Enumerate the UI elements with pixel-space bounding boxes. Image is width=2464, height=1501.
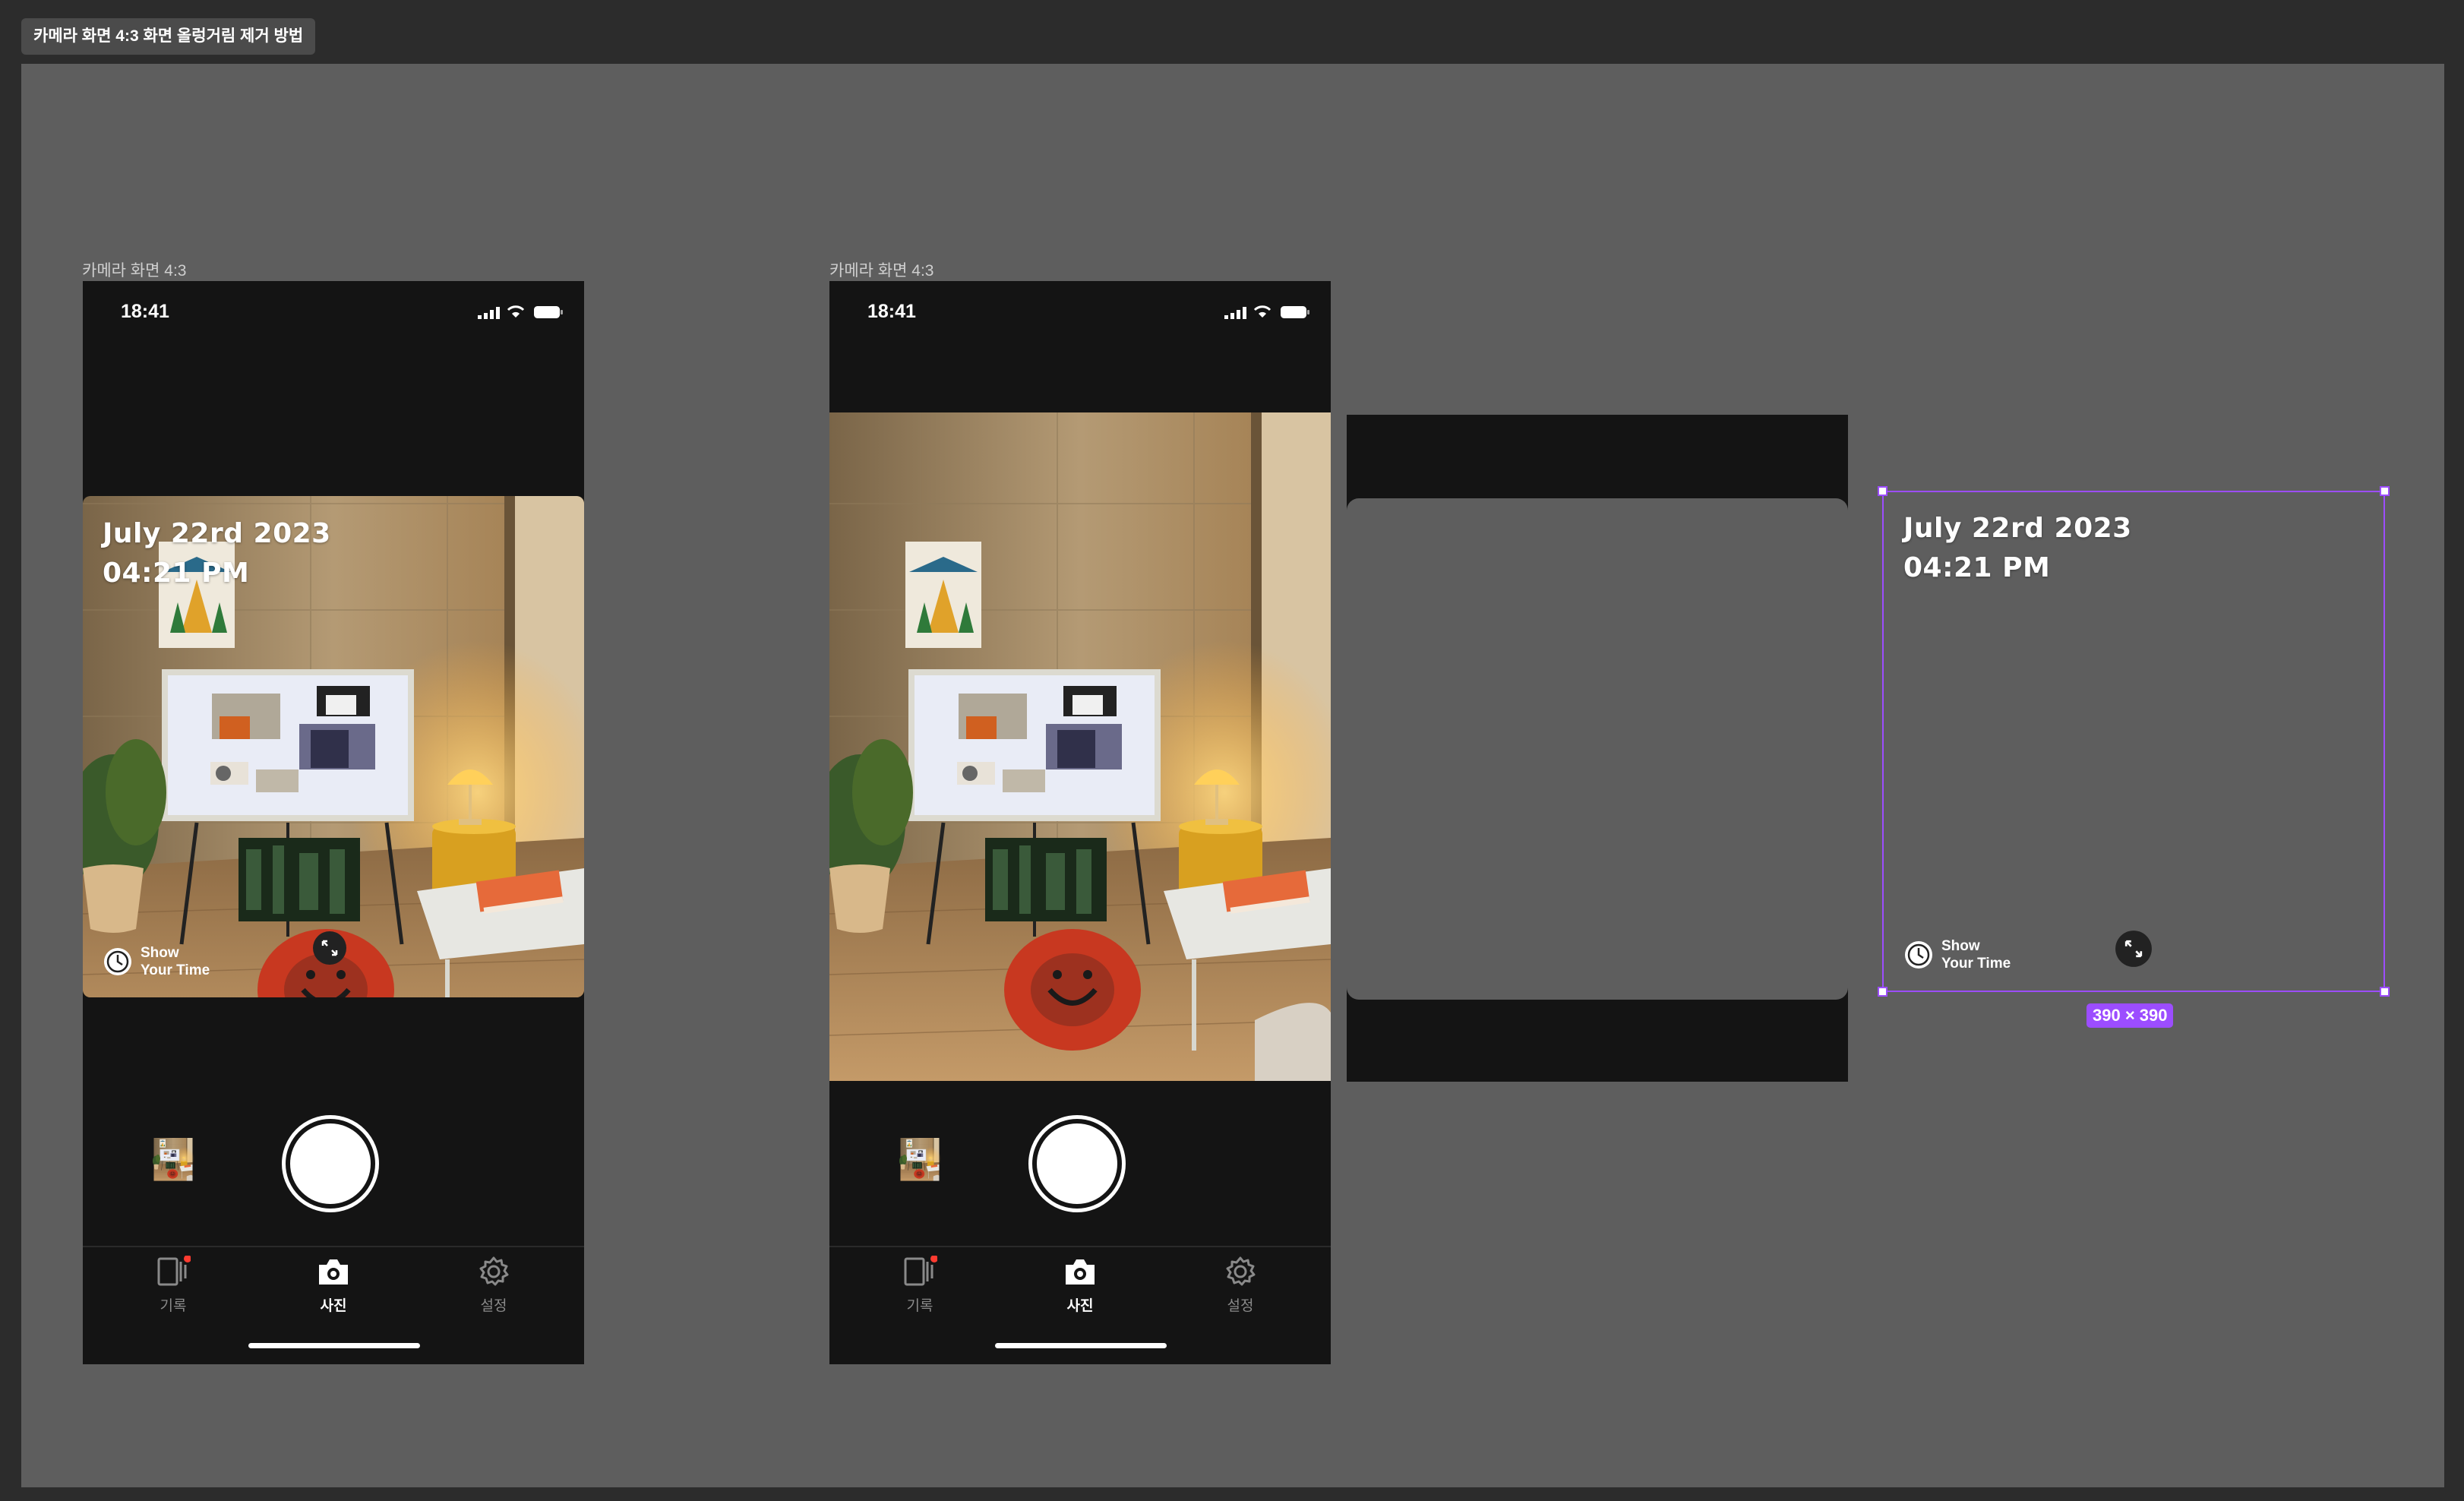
selection-handle-tl[interactable] (1878, 486, 1887, 496)
thumbnail-image (894, 1138, 946, 1190)
tab-record[interactable]: 기록 (128, 1255, 219, 1315)
record-icon (157, 1255, 191, 1286)
battery-icon (1281, 306, 1309, 318)
thumbnail-image (147, 1138, 199, 1190)
camera-preview[interactable]: July 22rd 2023 04:21 PM Show Your Time (83, 496, 584, 997)
room-photo (829, 412, 1331, 1081)
tab-bar-divider (83, 1246, 584, 1247)
phone-frame-full[interactable]: 18:41 기록 사진 설정 (829, 281, 1331, 1364)
tab-settings[interactable]: 설정 (448, 1256, 539, 1315)
overlay-date: July 22rd 2023 (1903, 513, 2132, 544)
overlay-date-time: July 22rd 2023 04:21 PM (1903, 509, 2132, 588)
phone-frame-cropped[interactable]: 18:41 July 22rd 2023 04:21 PM Show Your T… (83, 281, 584, 1364)
wifi-icon (507, 305, 525, 318)
camera-icon (1066, 1259, 1095, 1285)
mask-cutout (1347, 498, 1848, 1000)
tab-photo-label: 사진 (1066, 1298, 1094, 1314)
tab-record-label: 기록 (160, 1298, 187, 1314)
home-indicator (248, 1343, 420, 1348)
tab-settings-label: 설정 (1227, 1298, 1254, 1314)
overlay-date-time: July 22rd 2023 04:21 PM (103, 514, 331, 593)
logo-line1: Show (141, 945, 179, 961)
overlay-time: 04:21 PM (1903, 552, 2051, 583)
shutter-button[interactable] (282, 1115, 379, 1212)
mask-frame[interactable] (1347, 415, 1848, 1082)
tab-record-label: 기록 (906, 1298, 933, 1314)
selection-handle-tr[interactable] (2380, 486, 2390, 496)
gear-icon (1226, 1256, 1256, 1286)
clock-icon (104, 948, 131, 975)
logo-line2: Your Time (141, 962, 210, 978)
record-icon (904, 1255, 938, 1286)
dimension-badge: 390 × 390 (2087, 1003, 2174, 1028)
shutter-button[interactable] (1028, 1115, 1126, 1212)
home-indicator (995, 1343, 1167, 1348)
show-your-time-logo: Show Your Time (1903, 937, 2011, 972)
overlay-component-selected[interactable]: July 22rd 2023 04:21 PM Show Your Time (1882, 491, 2385, 992)
selection-handle-br[interactable] (2380, 987, 2390, 997)
selection-handle-bl[interactable] (1878, 987, 1887, 997)
gear-icon (479, 1256, 509, 1286)
tab-settings[interactable]: 설정 (1195, 1256, 1286, 1315)
frame-label[interactable]: 카메라 화면 4:3 (829, 258, 933, 281)
section-title[interactable]: 카메라 화면 4:3 화면 올렁거림 제거 방법 (21, 18, 316, 55)
resize-handle-icon[interactable] (312, 931, 347, 965)
tab-bar-divider (829, 1246, 1331, 1247)
overlay-time: 04:21 PM (103, 558, 250, 589)
clock-icon (1905, 941, 1932, 969)
tab-photo[interactable]: 사진 (1035, 1256, 1126, 1315)
last-photo-thumbnail[interactable] (894, 1138, 946, 1190)
tab-photo[interactable]: 사진 (288, 1256, 379, 1315)
tab-settings-label: 설정 (480, 1298, 507, 1314)
show-your-time-logo: Show Your Time (103, 944, 210, 979)
logo-line1: Show (1941, 938, 1980, 954)
frame-label[interactable]: 카메라 화면 4:3 (82, 258, 186, 281)
logo-line2: Your Time (1941, 956, 2011, 972)
camera-preview-full[interactable] (829, 412, 1331, 1081)
tab-record[interactable]: 기록 (874, 1255, 965, 1315)
tab-photo-label: 사진 (320, 1298, 347, 1314)
status-time: 18:41 (867, 301, 916, 322)
last-photo-thumbnail[interactable] (147, 1138, 199, 1190)
shutter-inner (1037, 1123, 1117, 1204)
cellular-signal-icon (1224, 307, 1246, 319)
cellular-signal-icon (478, 307, 500, 319)
status-time: 18:41 (121, 301, 169, 322)
camera-icon (319, 1259, 348, 1285)
overlay-date: July 22rd 2023 (103, 518, 331, 549)
battery-icon (534, 306, 563, 318)
shutter-inner (290, 1123, 371, 1204)
wifi-icon (1253, 305, 1271, 318)
resize-handle-icon[interactable] (2115, 930, 2153, 968)
